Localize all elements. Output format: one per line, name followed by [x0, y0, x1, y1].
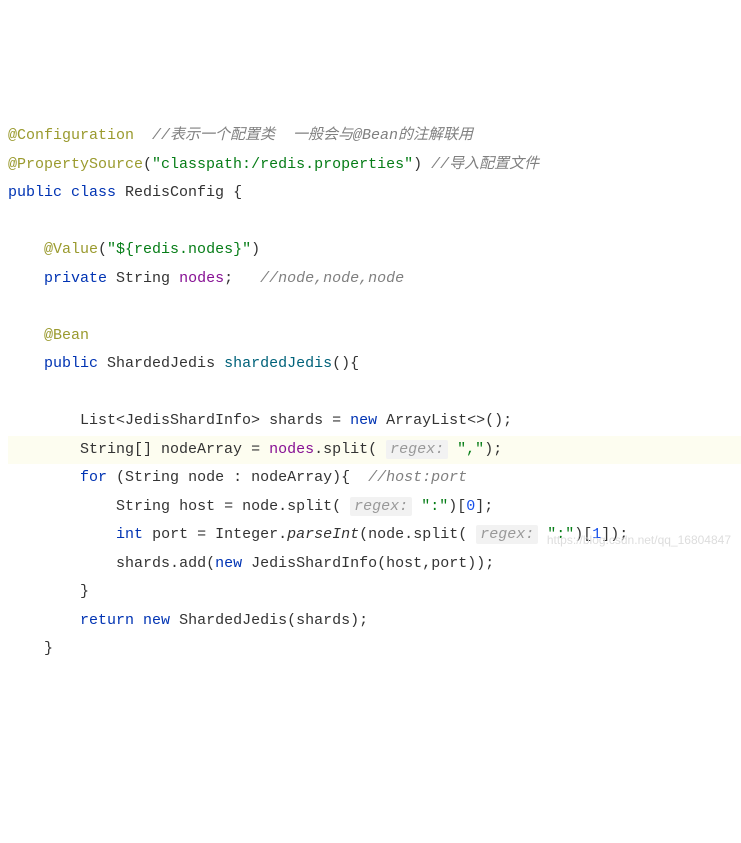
variable: host: [179, 498, 215, 515]
variable: nodeArray: [251, 469, 332, 486]
code-line: @Configuration //表示一个配置类 一般会与@Bean的注解联用: [8, 122, 741, 151]
comment: //表示一个配置类 一般会与@Bean的注解联用: [152, 127, 473, 144]
type: String: [116, 498, 170, 515]
code-line: public class RedisConfig {: [8, 179, 741, 208]
param-hint: regex:: [386, 440, 448, 459]
variable: shards: [269, 412, 323, 429]
type: ShardedJedis: [107, 355, 215, 372]
keyword: public class: [8, 184, 116, 201]
variable: shards: [116, 555, 170, 572]
code-line: [8, 208, 741, 237]
code-line: public ShardedJedis shardedJedis(){: [8, 350, 741, 379]
code-line: return new ShardedJedis(shards);: [8, 607, 741, 636]
comment: //host:port: [368, 469, 467, 486]
static-method: parseInt: [287, 526, 359, 543]
type: Integer: [215, 526, 278, 543]
code-line: private String nodes; //node,node,node: [8, 265, 741, 294]
code-line: @Value("${redis.nodes}"): [8, 236, 741, 265]
param-hint: regex:: [476, 525, 538, 544]
code-line: [8, 293, 741, 322]
code-line: }: [8, 578, 741, 607]
code-line: shards.add(new JedisShardInfo(host,port)…: [8, 550, 741, 579]
comment: //node,node,node: [260, 270, 404, 287]
method-call: split: [323, 441, 368, 458]
constructor: JedisShardInfo: [251, 555, 377, 572]
type: String: [125, 469, 179, 486]
keyword: public: [44, 355, 98, 372]
variable: nodeArray: [161, 441, 242, 458]
code-line: List<JedisShardInfo> shards = new ArrayL…: [8, 407, 741, 436]
code-line: }: [8, 635, 741, 664]
keyword: new: [215, 555, 242, 572]
annotation: @PropertySource: [8, 156, 143, 173]
variable: node: [368, 526, 404, 543]
keyword: for: [80, 469, 107, 486]
field: nodes: [269, 441, 314, 458]
variable: shards: [296, 612, 350, 629]
keyword: new: [143, 612, 170, 629]
keyword: int: [116, 526, 143, 543]
code-line-active: String[] nodeArray = nodes.split( regex:…: [8, 436, 741, 465]
annotation: @Configuration: [8, 127, 134, 144]
comment: //导入配置文件: [431, 156, 539, 173]
annotation: @Bean: [44, 327, 89, 344]
code-line: @PropertySource("classpath:/redis.proper…: [8, 151, 741, 180]
code-line: [8, 379, 741, 408]
variable: host: [386, 555, 422, 572]
variable: node: [188, 469, 224, 486]
string-literal: ",": [457, 441, 484, 458]
number-literal: 0: [466, 498, 475, 515]
variable: port: [152, 526, 188, 543]
method-call: split: [413, 526, 458, 543]
constructor: ShardedJedis: [179, 612, 287, 629]
string-literal: ":": [421, 498, 448, 515]
keyword: return: [80, 612, 134, 629]
method-call: split: [287, 498, 332, 515]
param-hint: regex:: [350, 497, 412, 516]
type: List<JedisShardInfo>: [80, 412, 260, 429]
variable: node: [242, 498, 278, 515]
code-editor[interactable]: @Configuration //表示一个配置类 一般会与@Bean的注解联用@…: [8, 122, 741, 664]
watermark: https://blog.csdn.net/qq_16804847: [547, 529, 731, 552]
variable: port: [431, 555, 467, 572]
string-literal: "classpath:/redis.properties": [152, 156, 413, 173]
method-name: shardedJedis: [224, 355, 332, 372]
code-line: @Bean: [8, 322, 741, 351]
code-line: for (String node : nodeArray){ //host:po…: [8, 464, 741, 493]
keyword: private: [44, 270, 107, 287]
field: nodes: [179, 270, 224, 287]
class-name: RedisConfig: [125, 184, 224, 201]
constructor: ArrayList<>(): [386, 412, 503, 429]
type: String[]: [80, 441, 152, 458]
string-literal: "${redis.nodes}": [107, 241, 251, 258]
annotation: @Value: [44, 241, 98, 258]
type: String: [116, 270, 170, 287]
code-line: String host = node.split( regex: ":")[0]…: [8, 493, 741, 522]
method-call: add: [179, 555, 206, 572]
keyword: new: [350, 412, 377, 429]
